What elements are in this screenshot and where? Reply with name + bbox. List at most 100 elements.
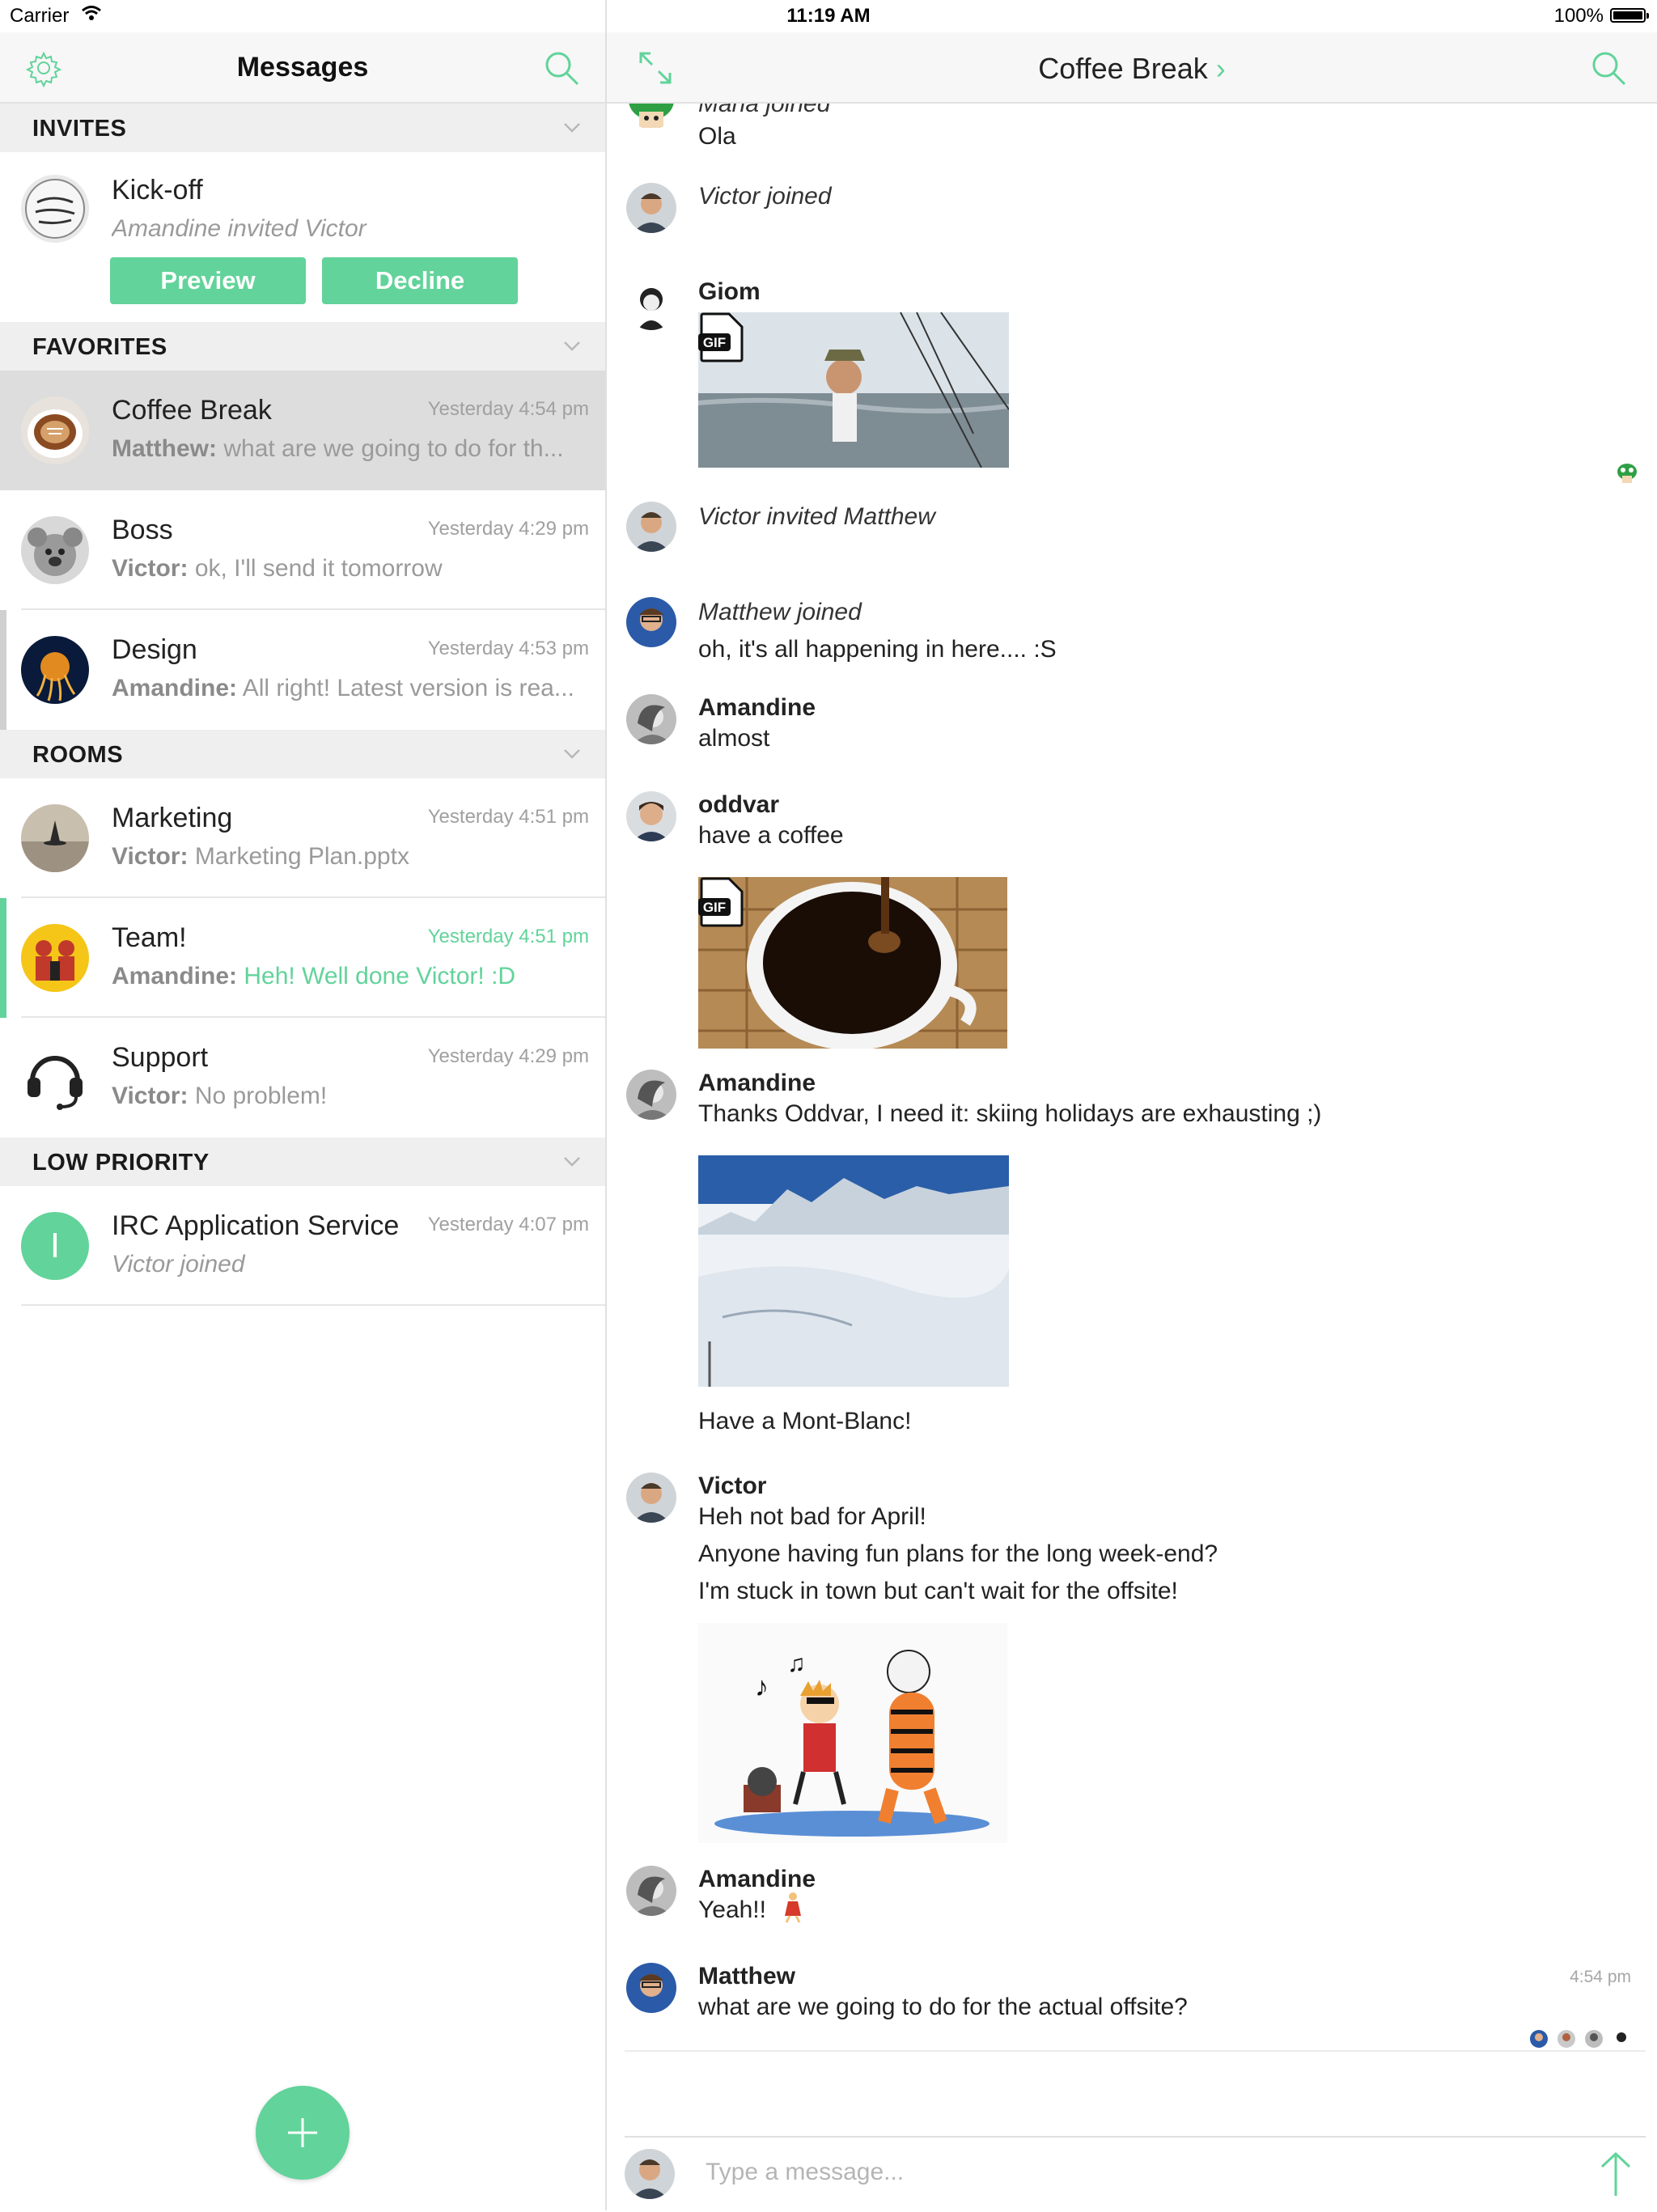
message-composer: Type a message... xyxy=(625,2136,1646,2212)
unread-marker xyxy=(0,898,6,1018)
room-name: Coffee Break xyxy=(112,395,272,426)
room-item-boss[interactable]: Boss Yesterday 4:29 pm Victor: ok, I'll … xyxy=(0,490,605,610)
room-last-message: Victor joined xyxy=(112,1251,245,1278)
section-title: FAVORITES xyxy=(32,334,167,360)
room-item-coffee-break[interactable]: Coffee Break Yesterday 4:54 pm Matthew: … xyxy=(0,371,605,490)
room-timestamp: Yesterday 4:07 pm xyxy=(427,1214,589,1235)
room-timestamp: Yesterday 4:29 pm xyxy=(427,518,589,540)
room-title-text: Coffee Break xyxy=(1038,52,1208,85)
message-sender: Amandine xyxy=(698,694,816,721)
status-bar: Carrier 11:19 AM 100% xyxy=(0,0,1657,32)
room-name: Boss xyxy=(112,515,173,545)
decline-button[interactable]: Decline xyxy=(322,257,518,304)
room-list-header: Messages xyxy=(0,32,605,104)
read-receipts[interactable] xyxy=(1529,2028,1642,2050)
section-header-favorites[interactable]: FAVORITES xyxy=(0,322,605,371)
message-text: All right! Latest version is rea... xyxy=(242,675,574,701)
room-last-message: Amandine: All right! Latest version is r… xyxy=(112,675,589,702)
image-attachment[interactable] xyxy=(698,877,1007,1049)
divider xyxy=(21,1304,605,1306)
search-icon[interactable] xyxy=(1584,44,1633,92)
room-title[interactable]: Coffee Break › xyxy=(607,52,1657,86)
search-icon[interactable] xyxy=(537,44,586,92)
invite-subtitle: Amandine invited Victor xyxy=(112,215,367,242)
room-item-team[interactable]: Team! Yesterday 4:51 pm Amandine: Heh! W… xyxy=(0,898,605,1018)
gif-badge-icon: GIF xyxy=(698,312,744,362)
preview-button[interactable]: Preview xyxy=(110,257,306,304)
chevron-down-icon xyxy=(562,1150,583,1176)
room-item-support[interactable]: Support Yesterday 4:29 pm Victor: No pro… xyxy=(0,1018,605,1138)
image-attachment[interactable] xyxy=(698,312,1009,468)
image-attachment[interactable]: ♪ ♫ xyxy=(698,1623,1007,1843)
message-sender: Matthew: xyxy=(112,435,217,462)
message-sender: Matthew xyxy=(698,1963,795,1990)
gif-label: GIF xyxy=(703,335,726,350)
invite-row[interactable]: Kick-off Amandine invited Victor Preview… xyxy=(0,152,605,319)
svg-text:♪: ♪ xyxy=(755,1672,769,1702)
mushroom-icon xyxy=(1617,463,1638,488)
page-title: Messages xyxy=(236,52,369,83)
room-timestamp: Yesterday 4:53 pm xyxy=(427,638,589,659)
section-header-rooms[interactable]: ROOMS xyxy=(0,730,605,778)
battery-percent: 100% xyxy=(1553,5,1604,27)
event-text: Victor joined xyxy=(698,183,832,210)
room-item-design[interactable]: Design Yesterday 4:53 pm Amandine: All r… xyxy=(0,610,605,730)
room-timestamp: Yesterday 4:51 pm xyxy=(427,926,589,947)
image-caption: Have a Mont-Blanc! xyxy=(698,1408,912,1434)
battery-icon xyxy=(1610,8,1649,23)
message-text: almost xyxy=(698,725,770,752)
section-header-invites[interactable]: INVITES xyxy=(0,104,605,152)
message-text: have a coffee xyxy=(698,822,844,849)
avatar xyxy=(21,804,89,872)
message-text: Thanks Oddvar, I need it: skiing holiday… xyxy=(698,1100,1322,1127)
message-text: No problem! xyxy=(194,1083,328,1109)
partial-event: Maria joined xyxy=(607,104,1657,128)
headset-icon xyxy=(21,1044,89,1112)
room-last-message: Matthew: what are we going to do for th.… xyxy=(112,435,589,463)
room-item-irc-application-service[interactable]: I IRC Application Service Yesterday 4:07… xyxy=(0,1186,605,1306)
gif-label: GIF xyxy=(703,900,726,915)
message-text: I'm stuck in town but can't wait for the… xyxy=(698,1578,1178,1604)
send-arrow-icon[interactable] xyxy=(1596,2149,1636,2199)
svg-text:♫: ♫ xyxy=(787,1651,806,1677)
room-timestamp: Yesterday 4:54 pm xyxy=(427,398,589,420)
room-last-message: Victor: ok, I'll send it tomorrow xyxy=(112,555,589,583)
message-text: ok, I'll send it tomorrow xyxy=(194,555,443,582)
message-text: Heh not bad for April! xyxy=(698,1503,926,1530)
chat-panel: Coffee Break › Maria joined Ola Victor jo… xyxy=(607,0,1657,2210)
gif-badge-icon: GIF xyxy=(698,877,744,927)
avatar xyxy=(626,791,676,841)
divider xyxy=(625,2050,1646,2052)
room-timestamp: Yesterday 4:51 pm xyxy=(427,806,589,828)
room-name: Team! xyxy=(112,922,187,953)
plus-icon xyxy=(288,2118,317,2147)
section-title: INVITES xyxy=(32,116,127,142)
avatar xyxy=(626,502,676,552)
message-sender: Victor: xyxy=(112,843,189,870)
unread-marker xyxy=(0,610,6,730)
chat-header: Coffee Break › xyxy=(607,32,1657,104)
event-text: Victor invited Matthew xyxy=(698,503,935,530)
message-sender: oddvar xyxy=(698,791,780,818)
message-sender: Victor xyxy=(698,1473,767,1499)
section-header-low-priority[interactable]: LOW PRIORITY xyxy=(0,1138,605,1186)
add-room-button[interactable] xyxy=(256,2086,350,2180)
room-item-marketing[interactable]: Marketing Yesterday 4:51 pm Victor: Mark… xyxy=(0,778,605,898)
avatar xyxy=(626,1963,676,2013)
message-text: what are we going to do for the actual o… xyxy=(698,1994,1188,2020)
message-sender: Victor: xyxy=(112,555,189,582)
room-name: IRC Application Service xyxy=(112,1210,400,1241)
avatar xyxy=(626,183,676,233)
avatar xyxy=(21,636,89,704)
clock: 11:19 AM xyxy=(786,5,871,27)
avatar xyxy=(21,396,89,464)
room-name: Kick-off xyxy=(112,175,203,206)
chevron-down-icon xyxy=(562,117,583,142)
message-input[interactable]: Type a message... xyxy=(706,2159,904,2186)
chevron-down-icon xyxy=(562,335,583,360)
message-sender: Amandine: xyxy=(112,675,238,701)
message-text: Ola xyxy=(698,123,736,150)
message-sender: Amandine xyxy=(698,1070,816,1096)
image-attachment[interactable] xyxy=(698,1155,1009,1387)
message-text: oh, it's all happening in here.... :S xyxy=(698,636,1057,663)
